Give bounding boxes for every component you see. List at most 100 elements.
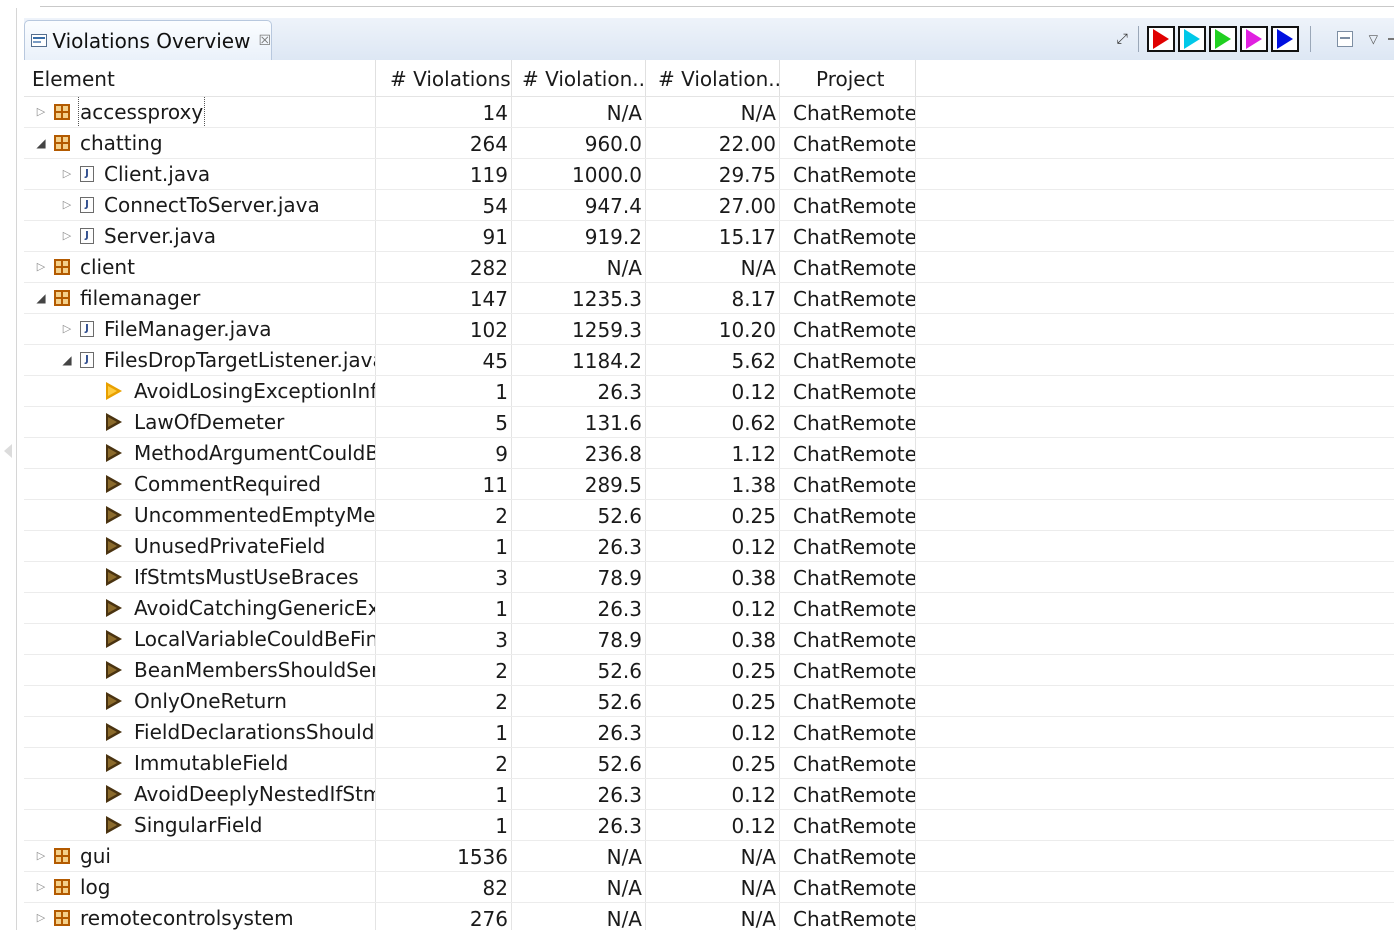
expand-arrow-icon[interactable]: ▷: [60, 159, 74, 189]
element-label: OnlyOneReturn: [134, 689, 287, 713]
priority-blue-button[interactable]: [1270, 26, 1299, 52]
package-icon: [54, 879, 70, 895]
column-header-violations-per-loc[interactable]: # Violation...: [512, 60, 646, 96]
tab-violations-overview[interactable]: Violations Overview ☒: [24, 20, 272, 60]
table-row[interactable]: ▷ J Server.java 91 919.2 15.17 ChatRemote: [24, 221, 1394, 252]
expand-arrow-icon[interactable]: ▷: [34, 903, 48, 930]
column-header-violations[interactable]: # Violations: [376, 60, 512, 96]
element-cell: AvoidLosingExceptionInfo: [24, 376, 376, 406]
column-header-element[interactable]: Element: [24, 60, 376, 96]
table-row[interactable]: ▷ remotecontrolsystem 276 N/A N/A ChatRemote: [24, 903, 1394, 930]
violations-per-loc-cell: 947.4: [512, 190, 646, 220]
element-cell: ▷ log: [24, 872, 376, 902]
violations-count-cell: 119: [376, 159, 512, 189]
violations-per-loc-cell: 1259.3: [512, 314, 646, 344]
toolbar-separator: [1137, 26, 1139, 52]
table-row[interactable]: ▷ client 282 N/A N/A ChatRemote: [24, 252, 1394, 283]
project-cell: ChatRemote: [780, 841, 916, 871]
maximize-icon[interactable]: ⤢: [1117, 31, 1128, 47]
table-row[interactable]: BeanMembersShouldSeria 2 52.6 0.25 ChatRemot…: [24, 655, 1394, 686]
table-row[interactable]: SingularField 1 26.3 0.12 ChatRemote: [24, 810, 1394, 841]
view-menu-icon[interactable]: ▽: [1369, 32, 1378, 46]
priority-filter-buttons: [1146, 26, 1302, 52]
column-header-project[interactable]: Project: [780, 60, 916, 96]
table-body: ▷ accessproxy 14 N/A N/A ChatRemote ◢ chatting 2…: [24, 97, 1394, 930]
collapse-arrow-icon[interactable]: ◢: [34, 283, 48, 313]
table-row[interactable]: LawOfDemeter 5 131.6 0.62 ChatRemote: [24, 407, 1394, 438]
project-cell: ChatRemote: [780, 562, 916, 592]
element-cell: FieldDeclarationsShouldBe: [24, 717, 376, 747]
close-icon[interactable]: ☒: [258, 33, 271, 49]
priority-green-button[interactable]: [1208, 26, 1237, 52]
table-row[interactable]: ◢ J FilesDropTargetListener.java 45 1184.2 5.…: [24, 345, 1394, 376]
table-row[interactable]: LocalVariableCouldBeFina 3 78.9 0.38 ChatRem…: [24, 624, 1394, 655]
table-row[interactable]: FieldDeclarationsShouldBe 1 26.3 0.12 ChatRe…: [24, 717, 1394, 748]
rule-flag-icon: [106, 506, 122, 524]
project-cell: ChatRemote: [780, 97, 916, 127]
table-row[interactable]: CommentRequired 11 289.5 1.38 ChatRemote: [24, 469, 1394, 500]
violations-per-method-cell: 0.12: [646, 593, 780, 623]
violations-per-loc-cell: 26.3: [512, 593, 646, 623]
table-row[interactable]: AvoidCatchingGenericExce 1 26.3 0.12 ChatRem…: [24, 593, 1394, 624]
violations-per-method-cell: 0.12: [646, 810, 780, 840]
expand-arrow-icon[interactable]: ▷: [60, 314, 74, 344]
table-row[interactable]: UnusedPrivateField 1 26.3 0.12 ChatRemote: [24, 531, 1394, 562]
table-row[interactable]: ▷ J FileManager.java 102 1259.3 10.20 ChatRemo…: [24, 314, 1394, 345]
rule-flag-icon: [106, 661, 122, 679]
table-row[interactable]: OnlyOneReturn 2 52.6 0.25 ChatRemote: [24, 686, 1394, 717]
expand-arrow-icon[interactable]: ▷: [34, 872, 48, 902]
collapse-arrow-icon[interactable]: ◢: [34, 128, 48, 158]
java-file-icon: J: [80, 321, 94, 337]
table-header: Element # Violations # Violation... # Vi…: [24, 60, 1394, 97]
table-row[interactable]: ▷ gui 1536 N/A N/A ChatRemote: [24, 841, 1394, 872]
violations-per-loc-cell: 131.6: [512, 407, 646, 437]
collapse-arrow-icon[interactable]: ◢: [60, 345, 74, 375]
expand-arrow-icon[interactable]: ▷: [60, 221, 74, 251]
table-row[interactable]: ImmutableField 2 52.6 0.25 ChatRemote: [24, 748, 1394, 779]
table-row[interactable]: UncommentedEmptyMeth 2 52.6 0.25 ChatRemote: [24, 500, 1394, 531]
element-cell: ▷ J Client.java: [24, 159, 376, 189]
rule-flag-icon: [106, 599, 122, 617]
expand-arrow-icon[interactable]: ▷: [34, 97, 48, 127]
java-file-icon: J: [80, 197, 94, 213]
priority-magenta-button[interactable]: [1239, 26, 1268, 52]
violations-per-loc-cell: N/A: [512, 252, 646, 282]
project-cell: ChatRemote: [780, 469, 916, 499]
violations-count-cell: 45: [376, 345, 512, 375]
table-row[interactable]: ▷ J Client.java 119 1000.0 29.75 ChatRemote: [24, 159, 1394, 190]
rule-flag-icon: [106, 754, 122, 772]
violations-tree-table[interactable]: Element # Violations # Violation... # Vi…: [24, 60, 1394, 930]
column-header-violations-per-method[interactable]: # Violation...: [646, 60, 780, 96]
rule-flag-icon: [106, 723, 122, 741]
project-cell: ChatRemote: [780, 531, 916, 561]
table-row[interactable]: AvoidDeeplyNestedIfStmts 1 26.3 0.12 ChatRem…: [24, 779, 1394, 810]
collapse-all-icon[interactable]: [1336, 31, 1353, 47]
table-row[interactable]: ▷ accessproxy 14 N/A N/A ChatRemote: [24, 97, 1394, 128]
project-cell: ChatRemote: [780, 686, 916, 716]
project-cell: ChatRemote: [780, 376, 916, 406]
priority-cyan-button[interactable]: [1177, 26, 1206, 52]
expand-arrow-icon[interactable]: ▷: [34, 252, 48, 282]
table-row[interactable]: AvoidLosingExceptionInfo 1 26.3 0.12 ChatRem…: [24, 376, 1394, 407]
element-cell: SingularField: [24, 810, 376, 840]
rule-flag-icon: [106, 692, 122, 710]
expand-arrow-icon[interactable]: ▷: [60, 190, 74, 220]
expand-arrow-icon[interactable]: ▷: [34, 841, 48, 871]
rule-flag-icon: [106, 382, 122, 400]
collapse-handle[interactable]: [4, 444, 12, 458]
table-row[interactable]: IfStmtsMustUseBraces 3 78.9 0.38 ChatRemote: [24, 562, 1394, 593]
element-label: AvoidLosingExceptionInfo: [134, 379, 376, 403]
table-row[interactable]: ▷ log 82 N/A N/A ChatRemote: [24, 872, 1394, 903]
table-row[interactable]: ◢ filemanager 147 1235.3 8.17 ChatRemote: [24, 283, 1394, 314]
priority-red-button[interactable]: [1146, 26, 1175, 52]
violations-count-cell: 91: [376, 221, 512, 251]
minimize-icon[interactable]: [1388, 38, 1394, 40]
table-row[interactable]: MethodArgumentCouldBe 9 236.8 1.12 ChatRemot…: [24, 438, 1394, 469]
element-label: log: [80, 875, 111, 899]
table-row[interactable]: ▷ J ConnectToServer.java 54 947.4 27.00 ChatRe…: [24, 190, 1394, 221]
violations-count-cell: 282: [376, 252, 512, 282]
table-row[interactable]: ◢ chatting 264 960.0 22.00 ChatRemote: [24, 128, 1394, 159]
package-icon: [54, 910, 70, 926]
element-cell: AvoidDeeplyNestedIfStmts: [24, 779, 376, 809]
violations-count-cell: 276: [376, 903, 512, 930]
